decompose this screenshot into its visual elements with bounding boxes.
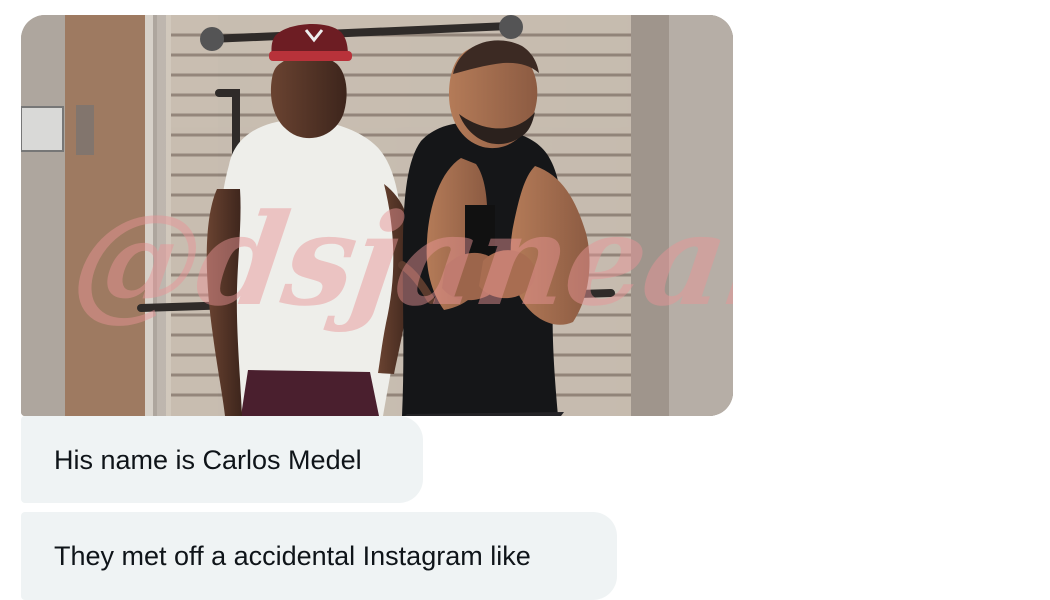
message-text: His name is Carlos Medel [54, 445, 362, 475]
message-bubble[interactable]: They met off a accidental Instagram like [21, 512, 617, 600]
message-text: They met off a accidental Instagram like [54, 541, 531, 571]
photo-message[interactable]: @dsjanearifox [21, 15, 733, 416]
selfie-photo[interactable] [21, 15, 733, 416]
message-bubble[interactable]: His name is Carlos Medel [21, 416, 423, 503]
dm-conversation: @dsjanearifox His name is Carlos Medel T… [0, 0, 1050, 600]
